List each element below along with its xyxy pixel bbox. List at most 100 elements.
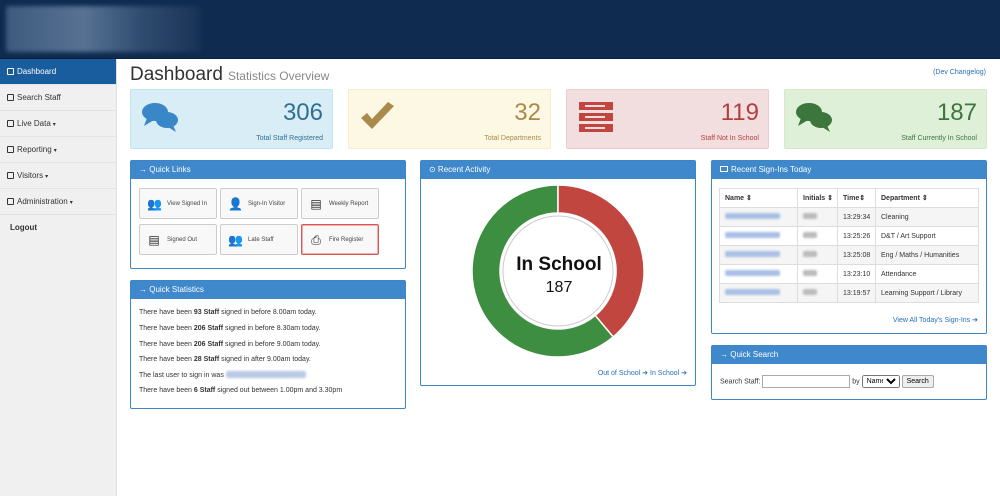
signed-out-button[interactable]: ▤ Signed Out — [139, 224, 217, 255]
stat-total-departments[interactable]: 32 Total Departments — [348, 89, 551, 149]
by-label: by — [852, 378, 860, 386]
page-title-text: Dashboard — [130, 64, 223, 85]
name-cell[interactable] — [719, 226, 798, 246]
initials-cell — [797, 245, 838, 265]
logout-link[interactable]: Logout — [0, 215, 116, 241]
department-cell: Learning Support / Library — [875, 283, 979, 303]
stat-in-school[interactable]: 187 Staff Currently In School — [784, 89, 987, 149]
sidebar-item-live-data[interactable]: Live Data ▾ — [0, 111, 116, 137]
panel-heading: → Quick Links — [131, 161, 405, 179]
panel-heading-text: Recent Sign-Ins Today — [731, 165, 812, 174]
panel-heading: → Quick Search — [712, 346, 986, 364]
page-title: Dashboard Statistics Overview — [130, 64, 329, 86]
sidebar-item-label: Visitors — [17, 171, 44, 180]
dev-changelog-link[interactable]: (Dev Changelog) — [933, 69, 986, 76]
sidebar-item-visitors[interactable]: Visitors ▾ — [0, 163, 116, 189]
panel-heading: ⊙ Recent Activity — [421, 161, 695, 179]
department-cell: Eng / Maths / Humanities — [875, 245, 979, 265]
name-cell[interactable] — [719, 283, 798, 303]
time-cell: 13:25:08 — [837, 245, 876, 265]
stat-line: There have been 28 Staff signed in after… — [139, 356, 311, 363]
administration-icon — [7, 198, 14, 205]
live-data-icon — [7, 120, 14, 127]
table-row: 13:25:08 Eng / Maths / Humanities — [719, 245, 979, 265]
dashboard-icon — [7, 68, 14, 75]
table-row: 13:25:26 D&T / Art Support — [719, 226, 979, 246]
signin-icon — [720, 166, 728, 172]
button-label: Signed Out — [167, 237, 198, 243]
quick-statistics-panel: → Quick Statistics There have been 93 St… — [130, 280, 406, 409]
sidebar-item-label: Live Data — [17, 119, 51, 128]
donut-center-value: 187 — [545, 279, 573, 296]
late-staff-button[interactable]: 👥 Late Staff — [220, 224, 298, 255]
table-row: 13:29:34 Cleaning — [719, 207, 979, 227]
stat-label: Total Staff Registered — [256, 135, 323, 142]
document-icon: ▤ — [148, 233, 160, 247]
fire-register-button[interactable]: ⎙ Fire Register — [301, 224, 379, 255]
sidebar-item-search-staff[interactable]: Search Staff — [0, 85, 116, 111]
main-content: Dashboard Statistics Overview (Dev Change… — [117, 59, 1000, 496]
stat-not-in-school[interactable]: 119 Staff Not In School — [566, 89, 769, 149]
stat-line: There have been 6 Staff signed out betwe… — [139, 387, 343, 394]
department-cell: Attendance — [875, 264, 979, 284]
department-cell: Cleaning — [875, 207, 979, 227]
reporting-icon — [7, 146, 14, 153]
in-school-link[interactable]: In School ➔ — [650, 370, 687, 377]
sidebar-item-label: Reporting — [17, 145, 52, 154]
chevron-down-icon: ▾ — [53, 148, 57, 154]
print-icon: ⎙ — [311, 233, 321, 247]
sidebar-item-label: Dashboard — [17, 67, 57, 76]
stat-label: Staff Currently In School — [901, 135, 977, 142]
name-cell[interactable] — [719, 264, 798, 284]
column-header-department[interactable]: Department ⇕ — [875, 188, 979, 208]
stat-line: There have been 93 Staff signed in befor… — [139, 309, 317, 316]
weekly-report-button[interactable]: ▤ Weekly Report — [301, 188, 379, 219]
report-icon: ▤ — [310, 197, 322, 211]
button-label: Fire Register — [329, 237, 364, 243]
users-icon: 👥 — [228, 233, 243, 247]
stat-value: 32 — [514, 99, 541, 126]
sidebar: Dashboard Search Staff Live Data ▾ Report… — [0, 59, 117, 496]
page-subtitle: Statistics Overview — [227, 69, 330, 83]
panel-heading: → Quick Statistics — [131, 281, 405, 299]
initials-cell — [797, 264, 838, 284]
button-label: Sign-In Visitor — [248, 201, 286, 207]
column-header-time[interactable]: Time⇕ — [837, 188, 876, 208]
stat-value: 306 — [282, 99, 323, 126]
recent-activity-panel: ⊙ Recent Activity In School 187 Out of S… — [420, 160, 696, 386]
users-icon: 👥 — [147, 197, 162, 211]
search-label: Search Staff: — [720, 378, 761, 386]
activity-links: Out of School ➔ In School ➔ — [598, 369, 687, 377]
sidebar-item-label: Search Staff — [17, 93, 61, 102]
column-header-initials[interactable]: Initials ⇕ — [797, 188, 838, 208]
time-cell: 13:25:26 — [837, 226, 876, 246]
visitors-icon — [7, 172, 14, 179]
view-all-signins-link[interactable]: View All Today's Sign-Ins ➔ — [893, 316, 978, 324]
last-user-name-redacted[interactable] — [225, 371, 306, 378]
search-button[interactable]: Search — [901, 375, 934, 388]
donut-center-label: In School — [516, 254, 602, 275]
view-signed-in-button[interactable]: 👥 View Signed In — [139, 188, 217, 219]
stat-label: Total Departments — [484, 135, 541, 142]
stat-value: 187 — [936, 99, 977, 126]
table-header-row: Name ⇕ Initials ⇕ Time⇕ Department ⇕ — [719, 188, 979, 208]
initials-cell — [797, 283, 838, 303]
school-logo[interactable] — [6, 6, 201, 52]
sidebar-item-administration[interactable]: Administration ▾ — [0, 189, 116, 215]
sidebar-item-reporting[interactable]: Reporting ▾ — [0, 137, 116, 163]
sidebar-item-dashboard[interactable]: Dashboard — [0, 59, 116, 85]
search-staff-input[interactable] — [762, 375, 851, 388]
search-by-select[interactable]: Name — [861, 375, 900, 388]
stat-total-staff[interactable]: 306 Total Staff Registered — [130, 89, 333, 149]
out-of-school-link[interactable]: Out of School ➔ — [598, 370, 648, 377]
chevron-down-icon: ▾ — [69, 200, 73, 206]
sign-in-visitor-button[interactable]: 👤 Sign-In Visitor — [220, 188, 298, 219]
name-cell[interactable] — [719, 245, 798, 265]
check-icon — [361, 102, 394, 129]
button-label: Weekly Report — [329, 201, 369, 207]
name-cell[interactable] — [719, 207, 798, 227]
column-header-name[interactable]: Name ⇕ — [719, 188, 798, 208]
button-label: Late Staff — [248, 237, 274, 243]
table-row: 13:23:10 Attendance — [719, 264, 979, 284]
quick-links-panel: → Quick Links 👥 View Signed In 👤 Sign-In V… — [130, 160, 406, 269]
